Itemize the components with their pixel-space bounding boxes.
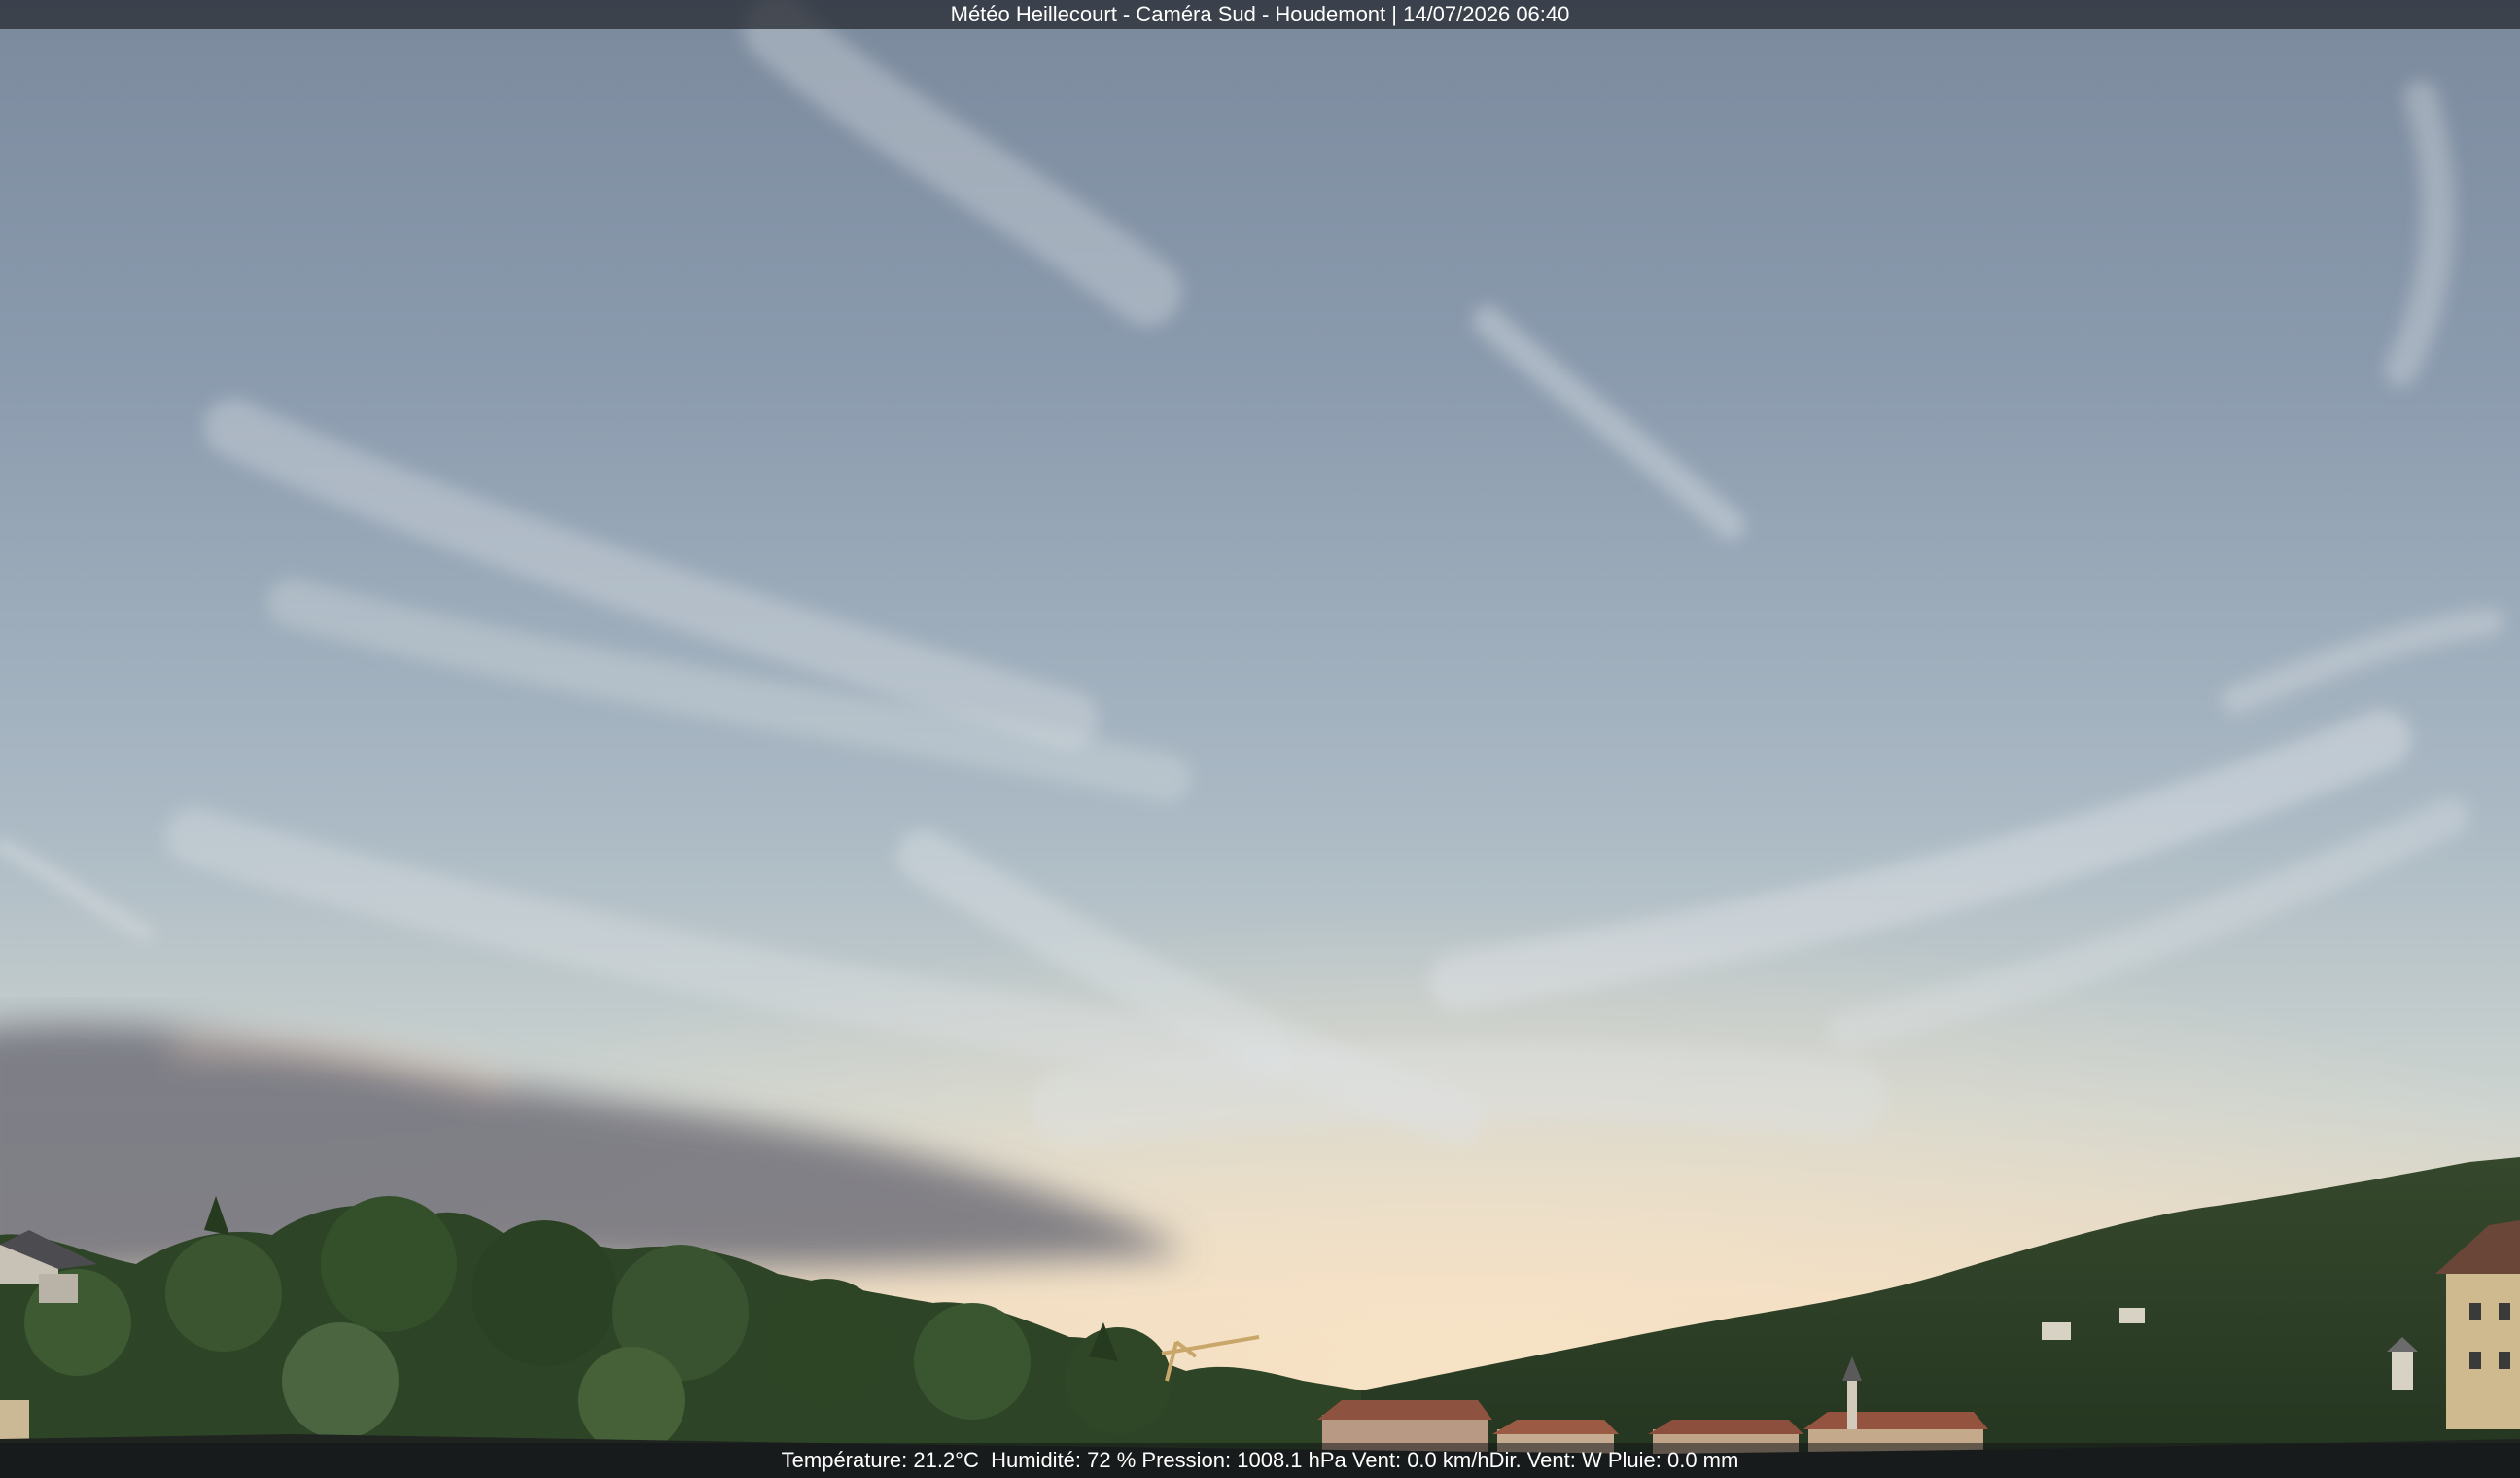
humidity-readout: Humidité: 72 %: [991, 1448, 1137, 1472]
webcam-image: [0, 0, 2520, 1478]
wind-speed-readout: Vent: 0.0 km/h: [1351, 1448, 1489, 1472]
camera-title-overlay: Météo Heillecourt - Caméra Sud - Houdemo…: [0, 0, 2520, 29]
weather-readout-overlay: Température: 21.2°C Humidité: 72 % Press…: [0, 1443, 2520, 1478]
temperature-readout: Température: 21.2°C: [781, 1448, 979, 1472]
wind-direction-readout: Dir. Vent: W: [1488, 1448, 1602, 1472]
camera-title: Météo Heillecourt - Caméra Sud - Houdemo…: [950, 2, 1570, 26]
pressure-readout: Pression: 1008.1 hPa: [1141, 1448, 1347, 1472]
rain-readout: Pluie: 0.0 mm: [1607, 1448, 1739, 1472]
webcam-frame: Météo Heillecourt - Caméra Sud - Houdemo…: [0, 0, 2520, 1478]
